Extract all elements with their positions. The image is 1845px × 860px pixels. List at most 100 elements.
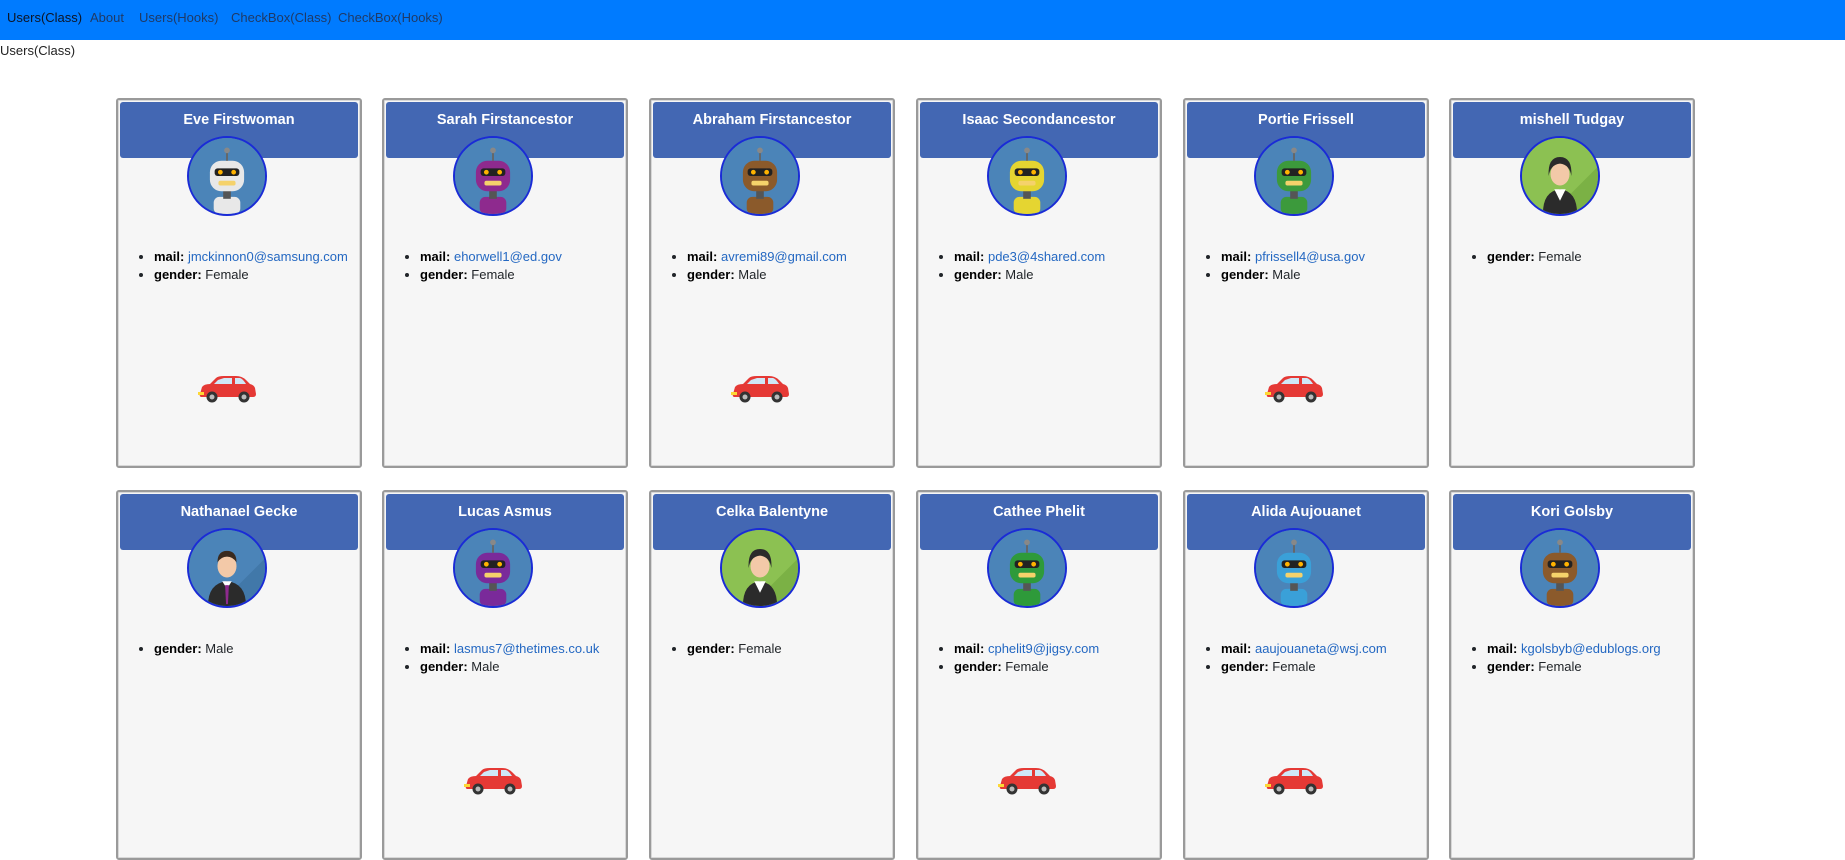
gender-value: Male xyxy=(1272,267,1301,282)
mail-label: mail: xyxy=(1221,641,1252,656)
user-name: Abraham Firstancestor xyxy=(692,112,852,128)
robot-avatar xyxy=(453,528,533,608)
gender-label: gender: xyxy=(954,659,1002,674)
gender-label: gender: xyxy=(1487,249,1535,264)
robot-avatar xyxy=(1520,528,1600,608)
user-details: mail: aaujouaneta@wsj.comgender: Female xyxy=(1203,640,1387,676)
robot-avatar xyxy=(1254,136,1334,216)
mail-link[interactable]: aaujouaneta@wsj.com xyxy=(1255,641,1387,656)
user-card: Alida Aujouanet mail: aaujouaneta@wsj.com… xyxy=(1183,490,1429,860)
woman-avatar xyxy=(1520,136,1600,216)
gender-label: gender: xyxy=(420,267,468,282)
mail-item: mail: avremi89@gmail.com xyxy=(687,248,847,266)
mail-label: mail: xyxy=(954,641,985,656)
woman-avatar xyxy=(720,528,800,608)
gender-value: Female xyxy=(738,641,782,656)
mail-link[interactable]: avremi89@gmail.com xyxy=(721,249,847,264)
nav-link-about[interactable]: About xyxy=(90,10,124,25)
user-card: Sarah Firstancestor mail: ehorwell1@ed.go… xyxy=(382,98,628,468)
user-details: mail: avremi89@gmail.comgender: Male xyxy=(669,248,847,284)
mail-item: mail: lasmus7@thetimes.co.uk xyxy=(420,640,599,658)
mail-link[interactable]: pfrissell4@usa.gov xyxy=(1255,249,1365,264)
user-name: Cathee Phelit xyxy=(993,504,1085,520)
mail-link[interactable]: jmckinnon0@samsung.com xyxy=(188,249,348,264)
user-name: Celka Balentyne xyxy=(715,504,829,520)
car-icon xyxy=(196,374,258,404)
gender-label: gender: xyxy=(687,267,735,282)
gender-item: gender: Female xyxy=(420,266,562,284)
man-avatar xyxy=(187,528,267,608)
user-details: mail: pfrissell4@usa.govgender: Male xyxy=(1203,248,1365,284)
gender-item: gender: Male xyxy=(1221,266,1365,284)
nav-link-users-hooks[interactable]: Users(Hooks) xyxy=(139,10,218,25)
user-name: mishell Tudgay xyxy=(1519,112,1625,128)
robot-avatar xyxy=(987,528,1067,608)
user-details: gender: Female xyxy=(669,640,782,658)
nav-link-checkbox-class[interactable]: CheckBox(Class) xyxy=(231,10,331,25)
user-name: Eve Firstwoman xyxy=(183,112,295,128)
robot-avatar xyxy=(720,136,800,216)
user-name: Portie Frissell xyxy=(1258,112,1354,128)
user-name: Nathanael Gecke xyxy=(180,504,298,520)
gender-label: gender: xyxy=(1487,659,1535,674)
gender-item: gender: Female xyxy=(954,658,1099,676)
mail-label: mail: xyxy=(420,641,451,656)
gender-label: gender: xyxy=(154,267,202,282)
mail-label: mail: xyxy=(154,249,185,264)
user-card: Nathanael Gecke gender: Male xyxy=(116,490,362,860)
user-name: Isaac Secondancestor xyxy=(962,112,1116,128)
car-icon xyxy=(1263,766,1325,796)
mail-link[interactable]: lasmus7@thetimes.co.uk xyxy=(454,641,599,656)
user-name: Lucas Asmus xyxy=(458,504,552,520)
robot-avatar xyxy=(453,136,533,216)
gender-value: Male xyxy=(205,641,234,656)
mail-item: mail: kgolsbyb@edublogs.org xyxy=(1487,640,1661,658)
user-details: mail: pde3@4shared.com gender: Male xyxy=(936,248,1105,284)
gender-item: gender: Female xyxy=(154,266,348,284)
user-card: mishell Tudgay gender: Female xyxy=(1449,98,1695,468)
gender-item: gender: Female xyxy=(687,640,782,658)
gender-item: gender: Female xyxy=(1487,658,1661,676)
mail-link[interactable]: ehorwell1@ed.gov xyxy=(454,249,562,264)
user-details: mail: lasmus7@thetimes.co.ukgender: Male xyxy=(402,640,599,676)
gender-label: gender: xyxy=(420,659,468,674)
gender-value: Female xyxy=(471,267,515,282)
mail-item: mail: cphelit9@jigsy.com xyxy=(954,640,1099,658)
user-name: Sarah Firstancestor xyxy=(436,112,574,128)
gender-label: gender: xyxy=(1221,267,1269,282)
user-details: mail: ehorwell1@ed.govgender: Female xyxy=(402,248,562,284)
user-details: mail: jmckinnon0@samsung.com gender: Fema… xyxy=(136,248,348,284)
mail-link[interactable]: kgolsbyb@edublogs.org xyxy=(1521,641,1661,656)
user-details: mail: kgolsbyb@edublogs.orggender: Femal… xyxy=(1469,640,1661,676)
mail-label: mail: xyxy=(1221,249,1252,264)
gender-item: gender: Male xyxy=(420,658,599,676)
user-card: Abraham Firstancestor mail: avremi89@gmai… xyxy=(649,98,895,468)
user-card: Lucas Asmusmail: lasmus7@thetimes.co.ukg… xyxy=(382,490,628,860)
gender-value: Female xyxy=(205,267,249,282)
car-icon xyxy=(1263,374,1325,404)
mail-label: mail: xyxy=(687,249,718,264)
mail-item: mail: pfrissell4@usa.gov xyxy=(1221,248,1365,266)
gender-value: Male xyxy=(1005,267,1034,282)
user-details: gender: Male xyxy=(136,640,233,658)
car-icon xyxy=(996,766,1058,796)
robot-avatar xyxy=(1254,528,1334,608)
gender-value: Male xyxy=(738,267,767,282)
mail-label: mail: xyxy=(954,249,985,264)
user-card: Celka Balentyne gender: Female xyxy=(649,490,895,860)
gender-value: Female xyxy=(1272,659,1316,674)
car-icon xyxy=(729,374,791,404)
nav-link-checkbox-hooks[interactable]: CheckBox(Hooks) xyxy=(338,10,443,25)
gender-value: Female xyxy=(1538,249,1582,264)
gender-item: gender: Male xyxy=(954,266,1105,284)
navbar: Users(Class) About Users(Hooks) CheckBox… xyxy=(0,0,1845,40)
user-details: mail: cphelit9@jigsy.comgender: Female xyxy=(936,640,1099,676)
mail-item: mail: aaujouaneta@wsj.com xyxy=(1221,640,1387,658)
gender-value: Female xyxy=(1538,659,1582,674)
user-name: Kori Golsby xyxy=(1530,504,1614,520)
gender-item: gender: Male xyxy=(154,640,233,658)
gender-item: gender: Female xyxy=(1221,658,1387,676)
mail-link[interactable]: pde3@4shared.com xyxy=(988,249,1105,264)
mail-link[interactable]: cphelit9@jigsy.com xyxy=(988,641,1099,656)
nav-link-users-class[interactable]: Users(Class) xyxy=(7,10,82,25)
